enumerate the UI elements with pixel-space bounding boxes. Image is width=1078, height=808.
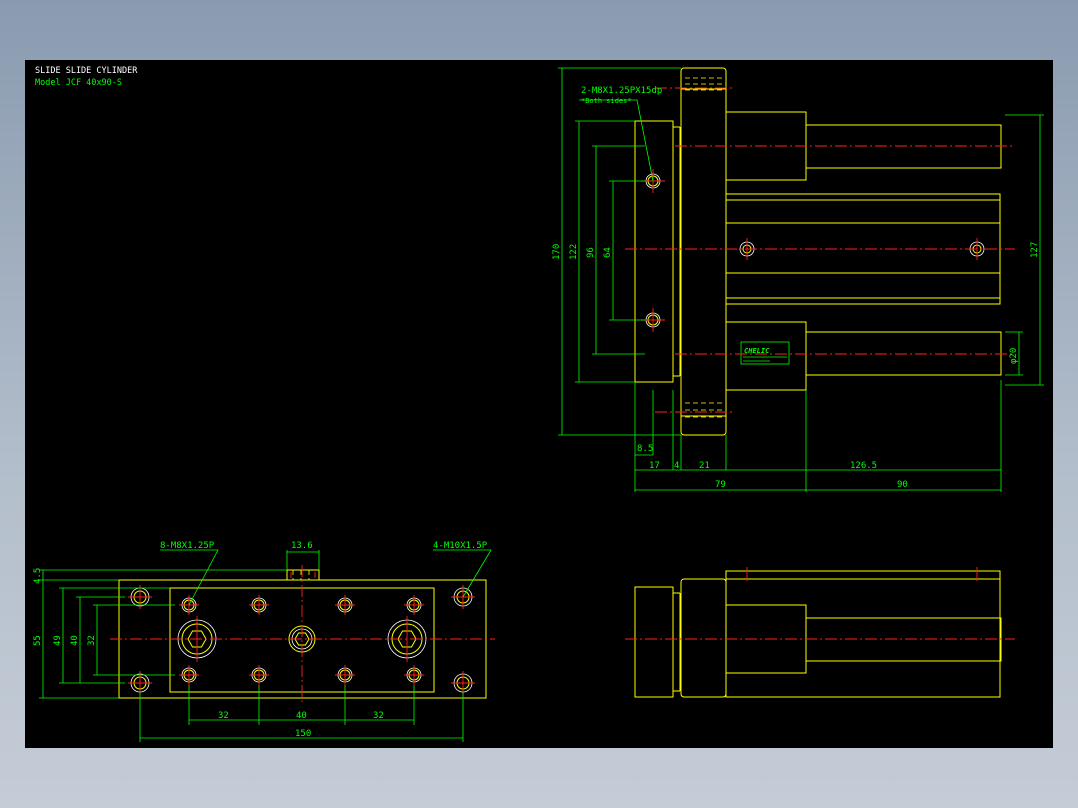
front-body (680, 67, 727, 436)
bottom-slot (286, 569, 320, 581)
dim-13-6: 13.6 (291, 541, 313, 551)
side-rod (805, 617, 1002, 662)
dim-8-5: 8.5 (637, 444, 653, 454)
cad-drawing-canvas: SLIDE SLIDE CYLINDER Model JCF 40x90-S C… (25, 60, 1053, 748)
dim-126-5: 126.5 (850, 461, 877, 471)
side-view (625, 567, 1015, 698)
dim-127: 127 (1030, 242, 1040, 258)
side-cylinder (725, 570, 1001, 698)
dim-150: 150 (295, 729, 311, 739)
front-plate (634, 120, 674, 383)
dim-32-v: 32 (87, 635, 97, 646)
dim-90: 90 (897, 480, 908, 490)
dim-55: 55 (33, 635, 43, 646)
dim-79: 79 (715, 480, 726, 490)
dim-40-h: 40 (296, 711, 307, 721)
lower-rod (805, 331, 1002, 376)
cad-drawing: SLIDE SLIDE CYLINDER Model JCF 40x90-S C… (33, 66, 1044, 742)
bottom-view: 4.5 55 49 40 32 32 40 32 150 13.6 8-M8X1… (33, 541, 495, 742)
side-tap-note: *Both sides* (581, 97, 632, 105)
side-plate (634, 586, 674, 698)
drawing-model: Model JCF 40x90-S (35, 78, 122, 88)
dim-170: 170 (552, 244, 562, 260)
bottom-tap-right-label: 4-M10X1.5P (433, 541, 488, 551)
bottom-tap-left-label: 8-M8X1.25P (160, 541, 215, 551)
upper-rod (805, 124, 1002, 169)
dim-96: 96 (586, 247, 596, 258)
lower-rod-boss (725, 321, 807, 391)
dim-4-5: 4.5 (33, 568, 43, 584)
drawing-title: SLIDE SLIDE CYLINDER (35, 66, 138, 76)
dim-49: 49 (53, 635, 63, 646)
dim-dia20: φ20 (1009, 348, 1019, 364)
dim-4: 4 (674, 461, 679, 471)
m8-holes (181, 597, 422, 683)
dim-32-a: 32 (218, 711, 229, 721)
dim-40-v: 40 (70, 635, 80, 646)
front-view: CHELIC 170 122 96 64 127 φ20 8.5 17 4 21… (552, 67, 1044, 492)
dim-64: 64 (603, 247, 613, 258)
dim-21: 21 (699, 461, 710, 471)
dim-122: 122 (569, 244, 579, 260)
side-tap-label: 2-M8X1.25PX15dp (581, 86, 662, 96)
dim-32-b: 32 (373, 711, 384, 721)
dim-17: 17 (649, 461, 660, 471)
side-body (680, 578, 727, 698)
